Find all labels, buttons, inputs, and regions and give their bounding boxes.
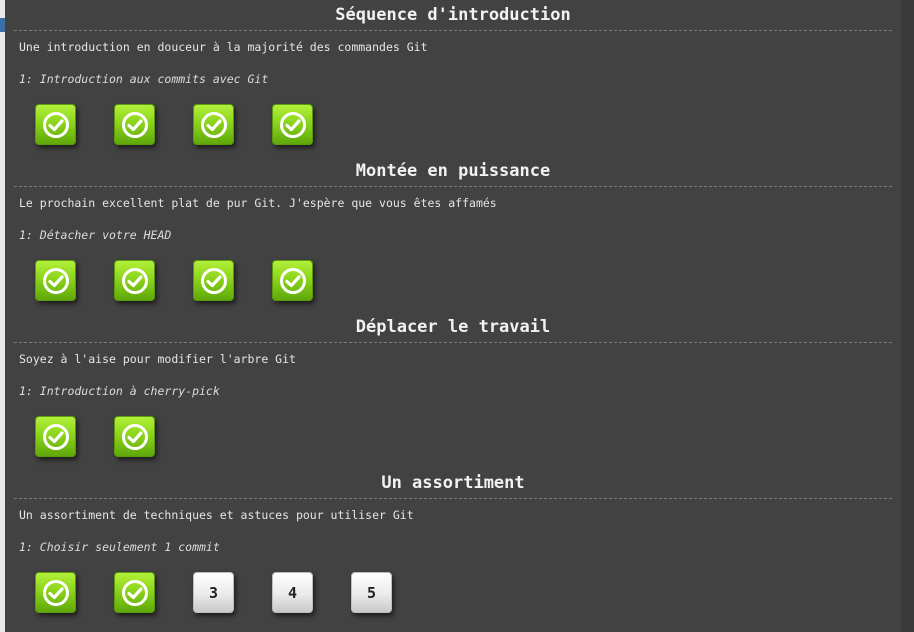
level-button[interactable]: 3	[193, 572, 234, 613]
sequence-title: Séquence d'introduction	[335, 5, 571, 25]
checkmark-circle-icon	[120, 422, 150, 452]
level-button[interactable]: 4	[272, 572, 313, 613]
section-divider	[14, 30, 892, 31]
current-level-name: 1: Choisir seulement 1 commit	[19, 540, 220, 554]
level-button-completed[interactable]	[272, 260, 313, 301]
checkmark-circle-icon	[199, 110, 229, 140]
section-divider	[14, 498, 892, 499]
level-select-panel: Séquence d'introduction Une introduction …	[5, 0, 901, 632]
checkmark-circle-icon	[41, 422, 71, 452]
level-button-completed[interactable]	[272, 104, 313, 145]
level-button[interactable]: 5	[351, 572, 392, 613]
level-button-completed[interactable]	[35, 260, 76, 301]
level-button-completed[interactable]	[193, 104, 234, 145]
level-number: 4	[287, 583, 298, 602]
level-buttons	[35, 260, 313, 302]
level-buttons: 3 4 5	[35, 572, 392, 614]
checkmark-circle-icon	[120, 578, 150, 608]
level-button-completed[interactable]	[114, 104, 155, 145]
level-buttons	[35, 104, 313, 146]
sequence-description: Le prochain excellent plat de pur Git. J…	[19, 196, 497, 210]
level-button-completed[interactable]	[114, 416, 155, 457]
checkmark-circle-icon	[120, 110, 150, 140]
checkmark-circle-icon	[278, 266, 308, 296]
right-window-edge	[901, 0, 914, 632]
checkmark-circle-icon	[199, 266, 229, 296]
checkmark-circle-icon	[120, 266, 150, 296]
checkmark-circle-icon	[278, 110, 308, 140]
sequence-section: Déplacer le travail Soyez à l'aise pour m…	[5, 312, 901, 468]
checkmark-circle-icon	[41, 266, 71, 296]
level-buttons	[35, 416, 155, 458]
level-button-completed[interactable]	[114, 260, 155, 301]
current-level-name: 1: Introduction à cherry-pick	[19, 384, 220, 398]
current-level-name: 1: Détacher votre HEAD	[19, 228, 172, 242]
current-level-name: 1: Introduction aux commits avec Git	[19, 72, 269, 86]
level-button-completed[interactable]	[35, 416, 76, 457]
sequence-title: Un assortiment	[381, 473, 525, 493]
level-button-completed[interactable]	[114, 572, 155, 613]
level-button-completed[interactable]	[35, 572, 76, 613]
sequence-description: Une introduction en douceur à la majorit…	[19, 40, 428, 54]
level-number: 5	[366, 583, 377, 602]
section-divider	[14, 342, 892, 343]
sequence-description: Un assortiment de techniques et astuces …	[19, 508, 414, 522]
level-number: 3	[208, 583, 219, 602]
sequence-section: Montée en puissance Le prochain excellent…	[5, 156, 901, 312]
sequence-title: Déplacer le travail	[355, 317, 551, 337]
sequence-section: Un assortiment Un assortiment de techniqu…	[5, 468, 901, 624]
section-divider	[14, 186, 892, 187]
sequence-description: Soyez à l'aise pour modifier l'arbre Git	[19, 352, 296, 366]
checkmark-circle-icon	[41, 578, 71, 608]
level-button-completed[interactable]	[35, 104, 76, 145]
sequence-section: Séquence d'introduction Une introduction …	[5, 0, 901, 156]
sequence-title: Montée en puissance	[355, 161, 551, 181]
level-button-completed[interactable]	[193, 260, 234, 301]
checkmark-circle-icon	[41, 110, 71, 140]
